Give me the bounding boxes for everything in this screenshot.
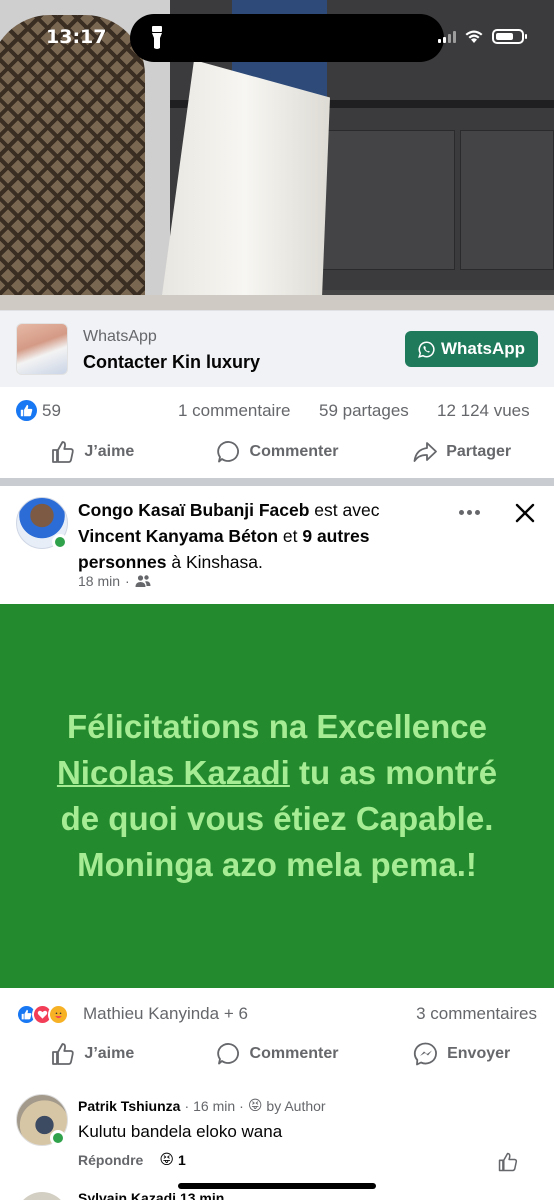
online-status-indicator	[52, 534, 68, 550]
comment-button-label: Commenter	[249, 443, 339, 460]
post-location[interactable]: Kinshasa	[186, 552, 258, 572]
comment-time: 16 min	[193, 1098, 236, 1114]
status-indicators	[438, 29, 527, 44]
post-time[interactable]: 18 min	[78, 573, 120, 589]
video-patterned-chair	[0, 15, 145, 310]
thumbs-up-icon	[52, 1043, 75, 1065]
post-message: Félicitations na Excellence Nicolas Kaza…	[37, 704, 517, 888]
comment-header: Patrik Tshiunza · 16 min · 😝 by Author	[78, 1098, 326, 1114]
online-status-indicator	[50, 1130, 66, 1146]
haha-reaction-icon: 😝	[159, 1152, 174, 1168]
ad-title: Contacter Kin luxury	[83, 352, 261, 372]
post-with-text: est avec	[309, 500, 380, 520]
ad-source: WhatsApp	[83, 328, 157, 345]
commenter-name[interactable]: Patrik Tshiunza	[78, 1098, 180, 1114]
post-tagged-person[interactable]: Vincent Kanyama Béton	[78, 526, 278, 546]
feed-separator	[0, 478, 554, 486]
like-reaction-icon	[16, 400, 37, 421]
friends-icon	[135, 575, 151, 587]
reactors-summary[interactable]: Mathieu Kanyinda + 6	[83, 1004, 248, 1024]
meta-separator: ·	[125, 573, 130, 589]
like-button-label: J’aime	[84, 1045, 135, 1062]
flashlight-icon	[152, 26, 162, 49]
whatsapp-icon	[418, 341, 435, 358]
share-button-label: Partager	[446, 443, 512, 460]
like-count[interactable]: 59	[42, 401, 61, 421]
thumbs-up-icon	[52, 441, 75, 463]
whatsapp-button-label: WhatsApp	[440, 339, 526, 358]
post-reactions-row: Mathieu Kanyinda + 6 3 commentaires	[0, 1000, 554, 1028]
send-button[interactable]: Envoyer	[369, 1032, 554, 1076]
comment-reactions[interactable]: 😝 1	[159, 1152, 185, 1168]
share-arrow-icon	[413, 442, 438, 462]
more-options-icon[interactable]	[455, 500, 483, 524]
post-location-prefix: à	[166, 552, 186, 572]
battery-icon	[492, 29, 527, 44]
author-reaction-icon: 😝	[247, 1098, 263, 1114]
home-indicator[interactable]	[178, 1183, 376, 1189]
status-time: 13:17	[46, 26, 107, 48]
like-button-label: J’aime	[84, 443, 135, 460]
comment-separator: ·	[184, 1098, 190, 1114]
comment-count[interactable]: 3 commentaires	[416, 1004, 537, 1024]
whatsapp-button[interactable]: WhatsApp	[405, 331, 538, 367]
video-cabinet-door	[320, 130, 455, 270]
comment-actions: Répondre 😝 1	[78, 1152, 186, 1168]
comment-separator: ·	[239, 1098, 244, 1114]
comment-bubble-icon	[216, 1043, 239, 1065]
wifi-icon	[465, 30, 483, 43]
post-stats: 59 1 commentaire 59 partages 12 124 vues	[0, 397, 554, 427]
close-icon[interactable]	[512, 500, 538, 526]
cellular-signal-icon	[438, 30, 456, 43]
reaction-icons[interactable]	[16, 1004, 69, 1025]
care-reaction-icon	[48, 1004, 69, 1025]
next-comment-time: 13 min	[179, 1190, 225, 1200]
reply-button[interactable]: Répondre	[78, 1152, 143, 1168]
like-button[interactable]: J’aime	[0, 1032, 185, 1076]
author-badge: by Author	[266, 1098, 326, 1114]
video-floor	[0, 295, 554, 310]
post-author-name[interactable]: Congo Kasaï Bubanji Faceb	[78, 500, 309, 520]
next-commenter-name[interactable]: Sylvain Kazadi	[78, 1190, 176, 1200]
share-button[interactable]: Partager	[369, 430, 554, 474]
dynamic-island	[130, 14, 444, 62]
comment-text: Kulutu bandela eloko wana	[78, 1122, 283, 1141]
comment-bubble-icon	[216, 441, 239, 463]
next-commenter-avatar[interactable]	[16, 1192, 68, 1200]
like-button[interactable]: J’aime	[0, 430, 185, 474]
post-message-part1: Félicitations na Excellence	[66, 708, 487, 745]
post-action-bar: J’aime Commenter Partager	[0, 430, 554, 474]
comment-button-label: Commenter	[249, 1045, 339, 1062]
comment-count[interactable]: 1 commentaire	[178, 401, 290, 421]
ad-call-to-action[interactable]: WhatsApp Contacter Kin luxury WhatsApp	[0, 310, 554, 387]
comment-button[interactable]: Commenter	[185, 430, 370, 474]
ad-thumbnail	[16, 323, 68, 375]
post-meta: 18 min ·	[78, 573, 151, 589]
post-and-text: et	[278, 526, 303, 546]
post-header-text: Congo Kasaï Bubanji Faceb est avec Vince…	[78, 497, 438, 575]
comment-reaction-count: 1	[177, 1152, 186, 1168]
post-mention[interactable]: Nicolas Kazadi	[57, 754, 290, 791]
send-button-label: Envoyer	[447, 1045, 511, 1062]
post-location-suffix: .	[257, 552, 263, 572]
comment-like-icon[interactable]	[497, 1151, 519, 1173]
comment-button[interactable]: Commenter	[185, 1032, 370, 1076]
post-text-background: Félicitations na Excellence Nicolas Kaza…	[0, 604, 554, 988]
next-comment-header: Sylvain Kazadi 13 min	[78, 1190, 224, 1200]
share-count[interactable]: 59 partages	[319, 401, 409, 421]
view-count: 12 124 vues	[437, 401, 530, 420]
post-action-bar: J’aime Commenter Envoyer	[0, 1032, 554, 1076]
messenger-icon	[413, 1042, 438, 1066]
video-cabinet-door	[460, 130, 554, 270]
